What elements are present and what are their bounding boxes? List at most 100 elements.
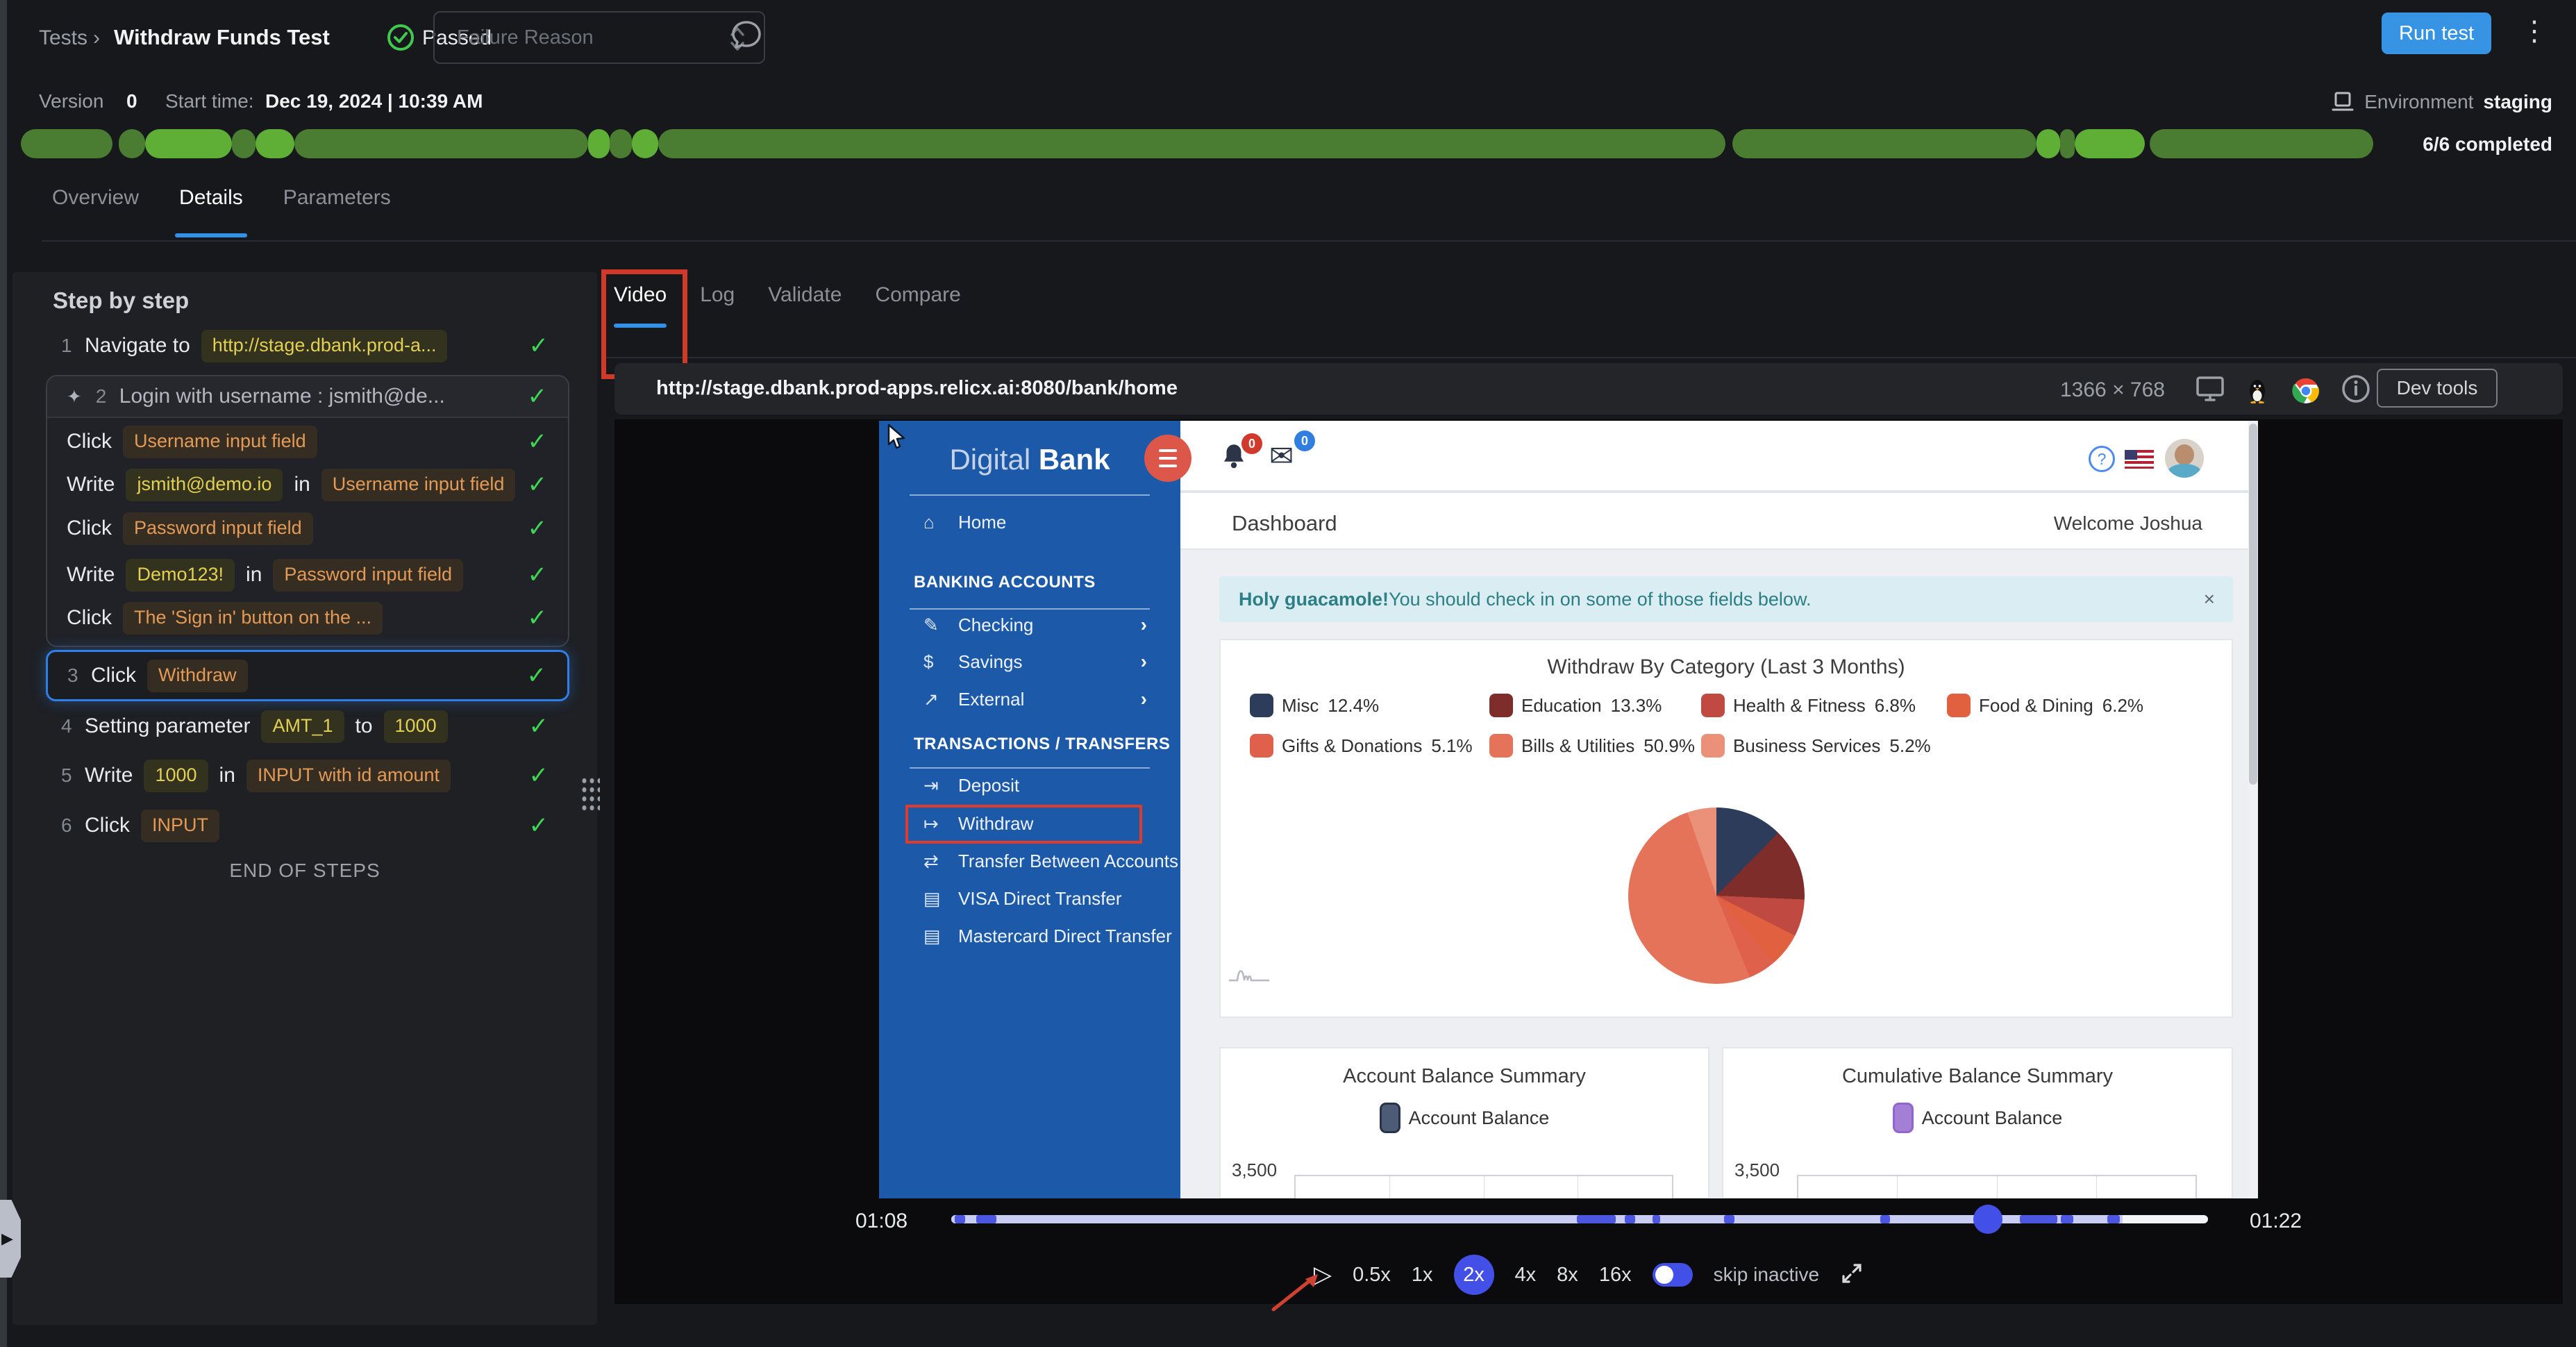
tab-details[interactable]: Details bbox=[175, 186, 247, 237]
run-test-button[interactable]: Run test bbox=[2382, 12, 2491, 54]
speed-8x[interactable]: 8x bbox=[1557, 1264, 1578, 1287]
speed-1x[interactable]: 1x bbox=[1412, 1264, 1433, 1287]
progress-segment bbox=[144, 129, 232, 158]
withdraw-category-card: Withdraw By Category (Last 3 Months) Mis… bbox=[1219, 639, 2233, 1018]
step-row[interactable]: 5 Write 1000 in INPUT with id amount ✓ bbox=[46, 755, 569, 796]
step-value-badge[interactable]: http://stage.dbank.prod-a... bbox=[201, 329, 448, 362]
scrollbar-thumb[interactable] bbox=[2249, 424, 2257, 785]
info-icon[interactable] bbox=[2341, 374, 2371, 408]
environment-label: Environment bbox=[2364, 91, 2474, 112]
step-element-badge[interactable]: The 'Sign in' button on the ... bbox=[123, 601, 383, 635]
sidebar-item-visa-direct-transfer[interactable]: ▤ VISA Direct Transfer bbox=[879, 883, 1180, 914]
sidebar-item-checking[interactable]: ✎ Checking › bbox=[879, 610, 1180, 640]
step-row-selected[interactable]: 3 Click Withdraw ✓ bbox=[46, 650, 569, 701]
fullscreen-icon[interactable] bbox=[1840, 1262, 1864, 1289]
step-element-badge[interactable]: Username input field bbox=[321, 468, 516, 501]
sidebar-item-label: Home bbox=[958, 511, 1007, 533]
pie-legend-item: Business Services 5.2% bbox=[1701, 732, 1931, 760]
legend-label: Health & Fitness 6.8% bbox=[1733, 694, 1916, 716]
step-element-badge[interactable]: INPUT with id amount bbox=[246, 759, 451, 792]
step-row[interactable]: Write jsmith@demo.io in Username input fiel… bbox=[67, 464, 568, 505]
sidebar-item-label: External bbox=[958, 688, 1025, 710]
breadcrumb-tests[interactable]: Tests bbox=[39, 26, 87, 50]
dashboard-title: Dashboard bbox=[1232, 511, 1337, 535]
timeline-playhead[interactable] bbox=[1973, 1205, 2003, 1234]
step-row[interactable]: Write Demo123! in Password input field ✓ bbox=[67, 554, 568, 596]
chart-grid bbox=[1294, 1175, 1673, 1199]
step-group-header[interactable]: ✦ 2 Login with username : jsmith@de... ✓ bbox=[47, 376, 568, 418]
sidebar-item-external[interactable]: ↗ External › bbox=[879, 684, 1180, 714]
tab-log[interactable]: Log bbox=[700, 283, 735, 346]
sidebar-item-home[interactable]: ⌂ Home bbox=[879, 507, 1180, 537]
step-element-badge[interactable]: Password input field bbox=[273, 558, 464, 592]
comment-icon[interactable] bbox=[728, 17, 765, 58]
pie-legend-item: Gifts & Donations 5.1% bbox=[1250, 732, 1473, 760]
balance-chart-title: Cumulative Balance Summary bbox=[1841, 1065, 2114, 1087]
speed-0.5x[interactable]: 0.5x bbox=[1353, 1264, 1391, 1287]
speed-16x[interactable]: 16x bbox=[1599, 1264, 1632, 1287]
step-element-badge[interactable]: INPUT bbox=[141, 809, 219, 842]
linux-icon bbox=[2245, 377, 2270, 408]
tab-parameters[interactable]: Parameters bbox=[283, 186, 391, 237]
step-row[interactable]: Click The 'Sign in' button on the ... ✓ bbox=[67, 597, 568, 639]
sidebar-item-label: Mastercard Direct Transfer bbox=[958, 925, 1172, 946]
speed-4x[interactable]: 4x bbox=[1515, 1264, 1537, 1287]
sidebar-item-label: Savings bbox=[958, 651, 1023, 672]
tab-overview[interactable]: Overview bbox=[52, 186, 139, 237]
progress-segment bbox=[631, 129, 658, 158]
sidebar-section-title: BANKING ACCOUNTS bbox=[914, 573, 1096, 592]
sidebar-item-savings[interactable]: $ Savings › bbox=[879, 646, 1180, 677]
progress-segment bbox=[2036, 129, 2061, 158]
app-scrollbar[interactable] bbox=[2248, 421, 2258, 1199]
step-value-badge[interactable]: jsmith@demo.io bbox=[126, 468, 283, 501]
passed-check-icon bbox=[386, 23, 415, 56]
step-row[interactable]: 6 Click INPUT ✓ bbox=[46, 805, 569, 846]
failure-reason-select[interactable]: Failure Reason bbox=[433, 11, 765, 64]
header: Tests › Withdraw Funds Test Passed Failu… bbox=[0, 0, 2576, 76]
legend-swatch bbox=[1701, 734, 1725, 758]
us-flag-icon[interactable] bbox=[2125, 450, 2154, 469]
bell-badge: 0 bbox=[1241, 433, 1262, 454]
hamburger-menu-button[interactable] bbox=[1144, 435, 1191, 482]
step-element-badge[interactable]: Withdraw bbox=[147, 659, 248, 692]
step-row[interactable]: 4 Setting parameter AMT_1 to 1000 ✓ bbox=[46, 705, 569, 747]
avatar[interactable] bbox=[2165, 439, 2204, 478]
step-value-badge[interactable]: 1000 bbox=[144, 759, 208, 792]
speed-2x[interactable]: 2x bbox=[1453, 1255, 1494, 1295]
chevron-right-icon: › bbox=[1140, 651, 1147, 672]
welcome-text: Welcome Joshua bbox=[2053, 512, 2202, 534]
video-timeline[interactable] bbox=[951, 1205, 2208, 1234]
tab-compare[interactable]: Compare bbox=[875, 283, 960, 346]
step-element-badge[interactable]: Username input field bbox=[123, 425, 317, 458]
step-row[interactable]: Click Username input field ✓ bbox=[67, 421, 568, 462]
step-text: Setting parameter bbox=[85, 714, 251, 737]
step-value-badge[interactable]: Demo123! bbox=[126, 558, 235, 592]
step-number: 4 bbox=[61, 715, 72, 737]
step-text: Write bbox=[85, 764, 133, 787]
timeline-played bbox=[951, 1215, 2123, 1223]
panel-resize-handle[interactable] bbox=[580, 776, 600, 811]
legend-label: Business Services 5.2% bbox=[1733, 735, 1931, 756]
skip-inactive-toggle[interactable] bbox=[1652, 1263, 1693, 1287]
video-viewport[interactable]: Digital Bank ⌂ Home BANKING ACCOUNTS ✎ Che… bbox=[614, 419, 2563, 1312]
step-value-badge[interactable]: 1000 bbox=[383, 710, 448, 743]
bank-content: Holy guacamole! You should check in on s… bbox=[1180, 550, 2248, 1199]
sidebar-item-mastercard-direct-transfer[interactable]: ▤ Mastercard Direct Transfer bbox=[879, 921, 1180, 951]
step-row[interactable]: Click Password input field ✓ bbox=[67, 508, 568, 549]
more-options-icon[interactable]: ⋮ bbox=[2520, 15, 2548, 47]
step-text: Click bbox=[67, 606, 112, 629]
help-icon[interactable]: ? bbox=[2089, 446, 2115, 472]
step-value-badge[interactable]: AMT_1 bbox=[261, 710, 344, 743]
deposit-icon: ⇥ bbox=[923, 774, 939, 796]
environment-icon bbox=[2332, 92, 2354, 111]
sidebar-item-transfer-between-accounts[interactable]: ⇄ Transfer Between Accounts bbox=[879, 846, 1180, 876]
dev-tools-button[interactable]: Dev tools bbox=[2377, 369, 2498, 408]
step-row[interactable]: 1 Navigate to http://stage.dbank.prod-a...… bbox=[46, 325, 569, 367]
tab-validate[interactable]: Validate bbox=[768, 283, 842, 346]
legend-swatch bbox=[1701, 694, 1725, 717]
mail-icon[interactable]: ✉ bbox=[1269, 439, 1294, 473]
step-element-badge[interactable]: Password input field bbox=[123, 512, 313, 545]
sidebar-item-deposit[interactable]: ⇥ Deposit bbox=[879, 770, 1180, 801]
legend-label: Bills & Utilities 50.9% bbox=[1521, 735, 1695, 756]
alert-close-icon[interactable]: × bbox=[2204, 588, 2215, 610]
